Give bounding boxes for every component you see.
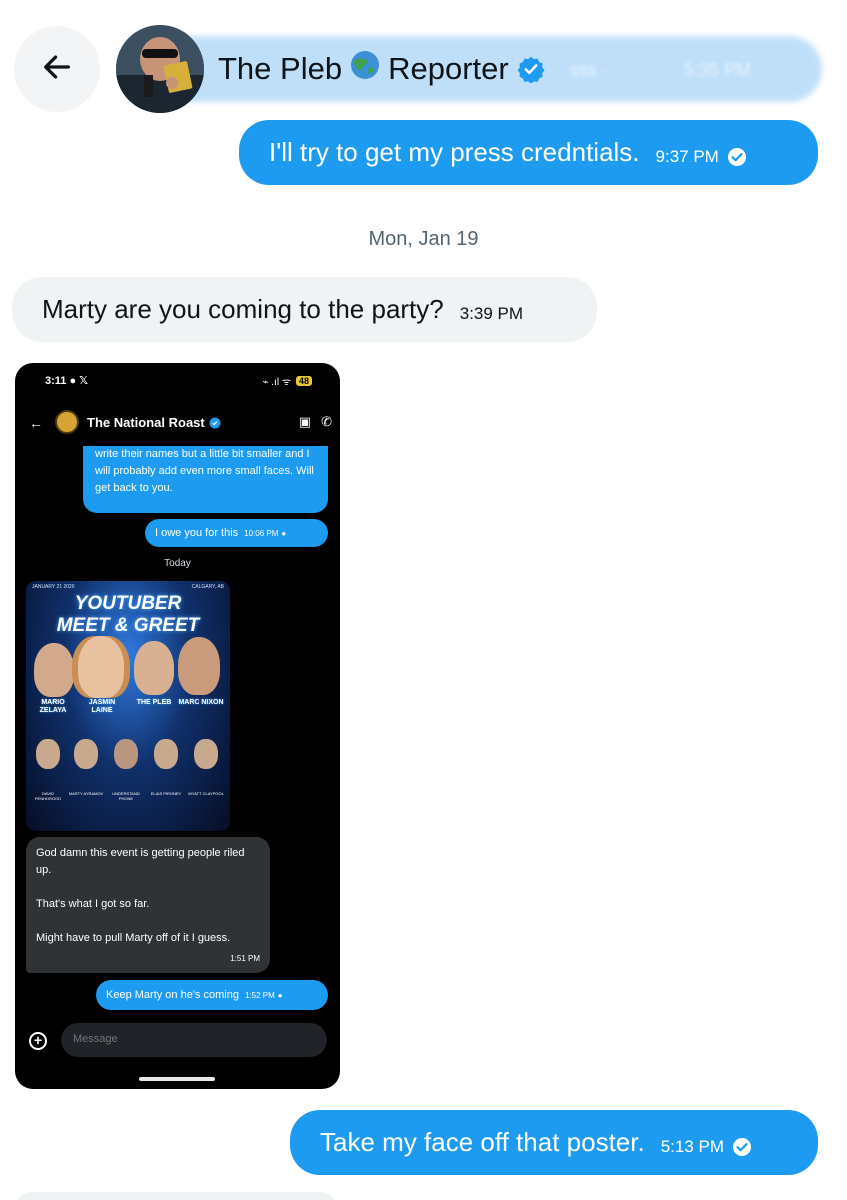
phone-message-outgoing: I owe you for this 10:06 PM ● bbox=[145, 519, 328, 547]
battery-icon: 48 bbox=[295, 376, 312, 386]
message-text: Take my face off that poster. bbox=[320, 1127, 645, 1157]
title-name-part2: Reporter bbox=[388, 51, 509, 86]
message-time: 5:13 PM bbox=[660, 1136, 725, 1156]
read-check-icon bbox=[732, 1137, 752, 1157]
read-check-icon bbox=[727, 147, 747, 167]
message-time: 3:39 PM bbox=[459, 303, 524, 323]
message-bubble-outgoing[interactable]: I'll try to get my press credntials. 9:3… bbox=[239, 120, 818, 185]
arrow-left-icon bbox=[40, 50, 74, 89]
phone-add-icon: + bbox=[29, 1032, 47, 1050]
message-bubble-incoming[interactable]: Marty are you coming to the party? 3:39 … bbox=[12, 277, 597, 342]
event-poster: JANUARY 21 2026 CALGARY, AB YOUTUBER MEE… bbox=[26, 581, 230, 831]
phone-verified-icon bbox=[209, 417, 221, 428]
phone-home-indicator bbox=[139, 1077, 215, 1081]
message-bubble-incoming-partial[interactable] bbox=[16, 1192, 336, 1200]
avatar[interactable] bbox=[116, 25, 204, 113]
phone-contact-avatar bbox=[55, 410, 79, 434]
phone-call-icons: ▣ ✆ bbox=[299, 414, 332, 430]
message-time: 9:37 PM bbox=[655, 146, 719, 166]
phone-message-outgoing: write their names but a little bit small… bbox=[83, 446, 328, 513]
phone-message-incoming: God damn this event is getting people ri… bbox=[26, 837, 270, 973]
date-separator: Mon, Jan 19 bbox=[368, 228, 479, 250]
poster-title-line1: YOUTUBER bbox=[74, 593, 182, 614]
phone-message-outgoing: Keep Marty on he's coming 1:52 PM ● bbox=[96, 980, 328, 1010]
phone-contact-name: The National Roast bbox=[87, 415, 221, 430]
phone-status-icons: ⌁ .ıl ᯤ 48 bbox=[262, 374, 312, 388]
blurred-preview-text: sss · bbox=[570, 60, 608, 80]
phone-icon: ✆ bbox=[321, 414, 332, 429]
message-bubble-outgoing[interactable]: Take my face off that poster. 5:13 PM bbox=[290, 1110, 818, 1175]
message-text: I'll try to get my press credntials. bbox=[269, 137, 640, 167]
title-name-part1: The Pleb bbox=[218, 51, 343, 86]
verified-badge-icon bbox=[517, 55, 545, 83]
globe-icon bbox=[350, 50, 380, 88]
phone-date-separator: Today bbox=[164, 558, 191, 569]
back-button[interactable] bbox=[14, 26, 100, 112]
phone-back-arrow-icon: ← bbox=[29, 415, 43, 431]
phone-message-input: Message bbox=[61, 1023, 327, 1057]
image-attachment[interactable]: 3:11 ● 𝕏 ⌁ .ıl ᯤ 48 ← The National Roast… bbox=[15, 363, 340, 1089]
video-icon: ▣ bbox=[298, 414, 312, 429]
blurred-preview-time: 5:35 PM bbox=[684, 60, 752, 80]
phone-status-time: 3:11 ● 𝕏 bbox=[45, 375, 89, 387]
conversation-title[interactable]: The Pleb Reporter bbox=[218, 50, 545, 88]
message-text: Marty are you coming to the party? bbox=[42, 294, 444, 324]
poster-title-line2: MEET & GREET bbox=[56, 615, 200, 636]
